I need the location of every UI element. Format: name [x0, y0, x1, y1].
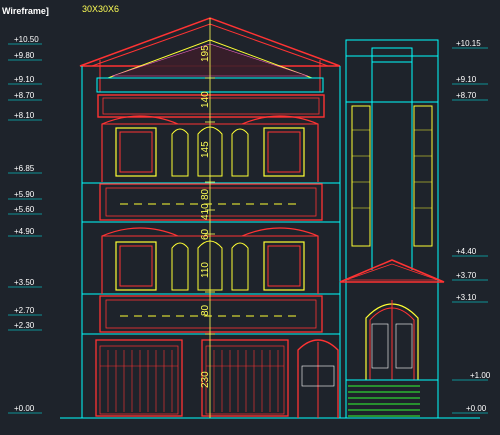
elevation-label: +1.00: [470, 371, 491, 380]
ground-floor: [95, 339, 339, 418]
elevation-label: +9.80: [14, 51, 35, 60]
elevation-label: +3.50: [14, 278, 35, 287]
dim-text-8: 80: [200, 304, 211, 316]
elevation-label: +10.15: [456, 39, 481, 48]
elevation-label: +9.10: [14, 75, 35, 84]
dim-text-4: 80: [200, 188, 211, 200]
top-note: 30X30X6: [82, 4, 119, 14]
balcony-upper: [99, 183, 323, 221]
balcony-lower: [99, 295, 323, 333]
dim-text-1: 195: [200, 45, 211, 62]
elevation-label: +2.30: [14, 321, 35, 330]
elevation-label: +4.90: [14, 227, 35, 236]
elevation-label: +3.70: [456, 271, 477, 280]
entrance-stairs: [348, 385, 420, 417]
elevation-label: +2.70: [14, 306, 35, 315]
elevation-label: +8.10: [14, 111, 35, 120]
elevation-label: +8.70: [14, 91, 35, 100]
elevation-label: +0.00: [466, 404, 487, 413]
cad-drawing-canvas[interactable]: 195 140 145 80 410 60 110 80 230 30X30X6: [0, 0, 500, 435]
dim-text-7: 110: [200, 262, 211, 278]
elevation-label: +4.40: [456, 247, 477, 256]
viewport-label[interactable]: Wireframe]: [2, 6, 49, 16]
dim-text-5: 410: [200, 203, 211, 220]
elevation-label: +8.70: [456, 91, 477, 100]
dim-text-9: 230: [200, 371, 211, 388]
dim-text-6: 60: [200, 228, 211, 240]
elevation-label: +5.60: [14, 205, 35, 214]
dim-text-2: 140: [200, 91, 211, 108]
elevation-label: +3.10: [456, 293, 477, 302]
elevation-marks-right: [452, 47, 488, 414]
dim-text-3: 145: [200, 141, 211, 158]
entrance-porch: [339, 259, 445, 381]
elevation-label: +5.90: [14, 190, 35, 199]
elevation-label: +10.50: [14, 35, 39, 44]
elevation-label: +0.00: [14, 404, 35, 413]
elevation-label: +6.85: [14, 164, 35, 173]
elevation-label: +9.10: [456, 75, 477, 84]
